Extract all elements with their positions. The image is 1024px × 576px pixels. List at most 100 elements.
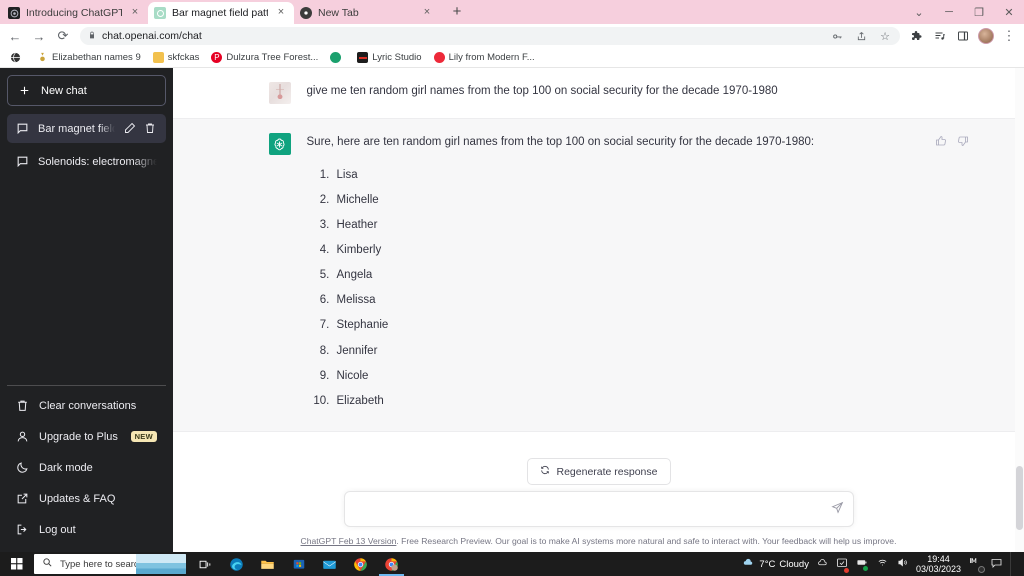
mail-icon[interactable] — [314, 552, 345, 576]
start-button[interactable] — [0, 552, 34, 576]
chat-input-box[interactable] — [343, 491, 854, 527]
scrollbar-thumb[interactable] — [1016, 466, 1023, 530]
message-feedback — [935, 134, 969, 152]
volume-icon[interactable] — [896, 557, 909, 571]
edge-icon[interactable] — [221, 552, 252, 576]
action-center-icon[interactable] — [990, 557, 1003, 572]
sidebar-item-log-out[interactable]: Log out — [7, 514, 166, 545]
chat-input-row — [173, 491, 1024, 527]
chrome-icon[interactable] — [345, 552, 376, 576]
sidebar-item-dark-mode[interactable]: Dark mode — [7, 452, 166, 483]
trash-icon[interactable] — [144, 122, 157, 135]
medal-icon — [37, 52, 48, 63]
chatgpt-logo-avatar — [268, 133, 291, 155]
chrome-icon — [300, 7, 312, 19]
bookmark-4[interactable] — [326, 51, 349, 64]
browser-tab-2[interactable]: New Tab × — [294, 2, 440, 24]
bookmark-1[interactable]: Elizabethan names 9 — [33, 51, 145, 64]
chrome-menu-icon[interactable]: ⋮ — [998, 25, 1020, 47]
tab-search-icon[interactable]: ⌄ — [904, 0, 934, 24]
address-bar[interactable]: chat.openai.com/chat ☆ — [80, 27, 900, 45]
update-icon[interactable] — [836, 557, 849, 573]
new-chat-button[interactable]: New chat — [7, 75, 166, 106]
bookmark-label: Elizabethan names 9 — [52, 52, 141, 63]
battery-saver-icon[interactable] — [855, 557, 869, 571]
sidebar-item-label: Log out — [39, 523, 76, 536]
screen: Introducing ChatGPT × Bar magnet field p… — [0, 0, 1024, 576]
browser-tab-1[interactable]: Bar magnet field pattern. × — [148, 2, 294, 24]
sidebar-item-label: Clear conversations — [39, 399, 137, 412]
close-icon[interactable]: × — [274, 6, 288, 20]
sidebar-item-updates-faq[interactable]: Updates & FAQ — [7, 483, 166, 514]
tab-title: Introducing ChatGPT — [26, 7, 122, 19]
side-panel-icon[interactable] — [952, 25, 974, 47]
thumbs-up-icon[interactable] — [935, 134, 947, 152]
conversation-item-1[interactable]: Solenoids: electromagnetic de — [7, 147, 166, 176]
show-desktop-button[interactable] — [1010, 552, 1018, 576]
reading-list-icon[interactable] — [929, 25, 951, 47]
regenerate-label: Regenerate response — [556, 465, 658, 478]
conversation-item-0[interactable]: Bar magnet field patter — [7, 114, 166, 143]
bookmark-5[interactable]: Lyric Studio — [353, 51, 425, 64]
profile-avatar[interactable] — [975, 25, 997, 47]
browser-tab-0[interactable]: Introducing ChatGPT × — [2, 2, 148, 24]
windows-icon — [11, 558, 23, 570]
regenerate-response-button[interactable]: Regenerate response — [526, 458, 671, 485]
forward-icon[interactable]: → — [28, 25, 50, 47]
maximize-button[interactable]: ❐ — [964, 0, 994, 24]
share-icon[interactable] — [850, 27, 872, 45]
browser-toolbar: ← → ⟳ chat.openai.com/chat ☆ ⋮ — [0, 24, 1024, 48]
chat-bubble-icon — [16, 122, 29, 135]
toolbar-actions: ⋮ — [906, 25, 1020, 47]
version-link[interactable]: ChatGPT Feb 13 Version — [301, 536, 397, 546]
chrome-profile-icon[interactable] — [376, 552, 407, 576]
page-scrollbar[interactable] — [1015, 68, 1024, 552]
tab-title: New Tab — [318, 7, 359, 19]
sidebar-item-clear-conversations[interactable]: Clear conversations — [7, 390, 166, 421]
close-icon[interactable]: × — [420, 6, 434, 20]
taskbar-search[interactable]: Type here to search — [34, 554, 186, 574]
bookmark-2[interactable]: skfckas — [149, 51, 204, 64]
page-content: New chat Bar magnet field patter — [0, 68, 1024, 552]
search-thumbnail — [136, 554, 186, 574]
names-list: Lisa Michelle Heather Kimberly Angela Me… — [307, 166, 935, 411]
sidebar-item-label: Dark mode — [39, 461, 93, 474]
bookmark-label: Lily from Modern F... — [448, 52, 535, 63]
composer: Regenerate response ChatGPT Feb 13 Versi… — [173, 450, 1024, 552]
file-explorer-icon[interactable] — [252, 552, 283, 576]
task-view-icon[interactable] — [190, 552, 221, 576]
chat-input[interactable] — [344, 492, 853, 526]
bookmark-6[interactable]: Lily from Modern F... — [430, 51, 539, 64]
close-icon[interactable]: × — [128, 6, 142, 20]
logout-icon — [16, 523, 29, 536]
sidebar-item-upgrade-to-plus[interactable]: Upgrade to Plus NEW — [7, 421, 166, 452]
sidebar-item-label: Updates & FAQ — [39, 492, 116, 505]
weather-condition: Cloudy — [779, 558, 809, 570]
assistant-message-text: Sure, here are ten random girl names fro… — [306, 136, 815, 148]
bookmark-label: Lyric Studio — [372, 52, 422, 63]
key-icon[interactable] — [826, 27, 848, 45]
back-icon[interactable]: ← — [4, 25, 26, 47]
new-tab-button[interactable]: + — [446, 1, 468, 23]
close-window-button[interactable]: ✕ — [994, 0, 1024, 24]
wifi-icon[interactable] — [876, 557, 889, 571]
onedrive-icon[interactable] — [816, 557, 829, 571]
puzzle-icon[interactable] — [906, 25, 928, 47]
taskbar-clock[interactable]: 19:44 03/03/2023 — [916, 554, 961, 574]
weather-widget[interactable]: 7°C Cloudy — [741, 557, 809, 571]
microsoft-store-icon[interactable] — [283, 552, 314, 576]
reload-icon[interactable]: ⟳ — [52, 25, 74, 47]
send-icon[interactable] — [830, 501, 844, 519]
bookmark-label: skfckas — [167, 52, 200, 63]
pencil-icon[interactable] — [124, 122, 137, 135]
bookmark-0[interactable] — [6, 51, 29, 64]
thumbs-down-icon[interactable] — [957, 134, 969, 152]
chatgpt-green-icon — [154, 7, 166, 19]
minimize-button[interactable]: ─ — [934, 0, 964, 24]
messenger-icon[interactable] — [968, 556, 985, 573]
windows-taskbar: Type here to search 7°C Cloudy 19:44 03/… — [0, 552, 1024, 576]
bookmark-3[interactable]: P Dulzura Tree Forest... — [207, 51, 322, 64]
message-text-wrapper: give me ten random girl names from the t… — [307, 82, 935, 104]
star-icon[interactable]: ☆ — [874, 27, 896, 45]
footer-note: ChatGPT Feb 13 Version. Free Research Pr… — [173, 527, 1024, 546]
